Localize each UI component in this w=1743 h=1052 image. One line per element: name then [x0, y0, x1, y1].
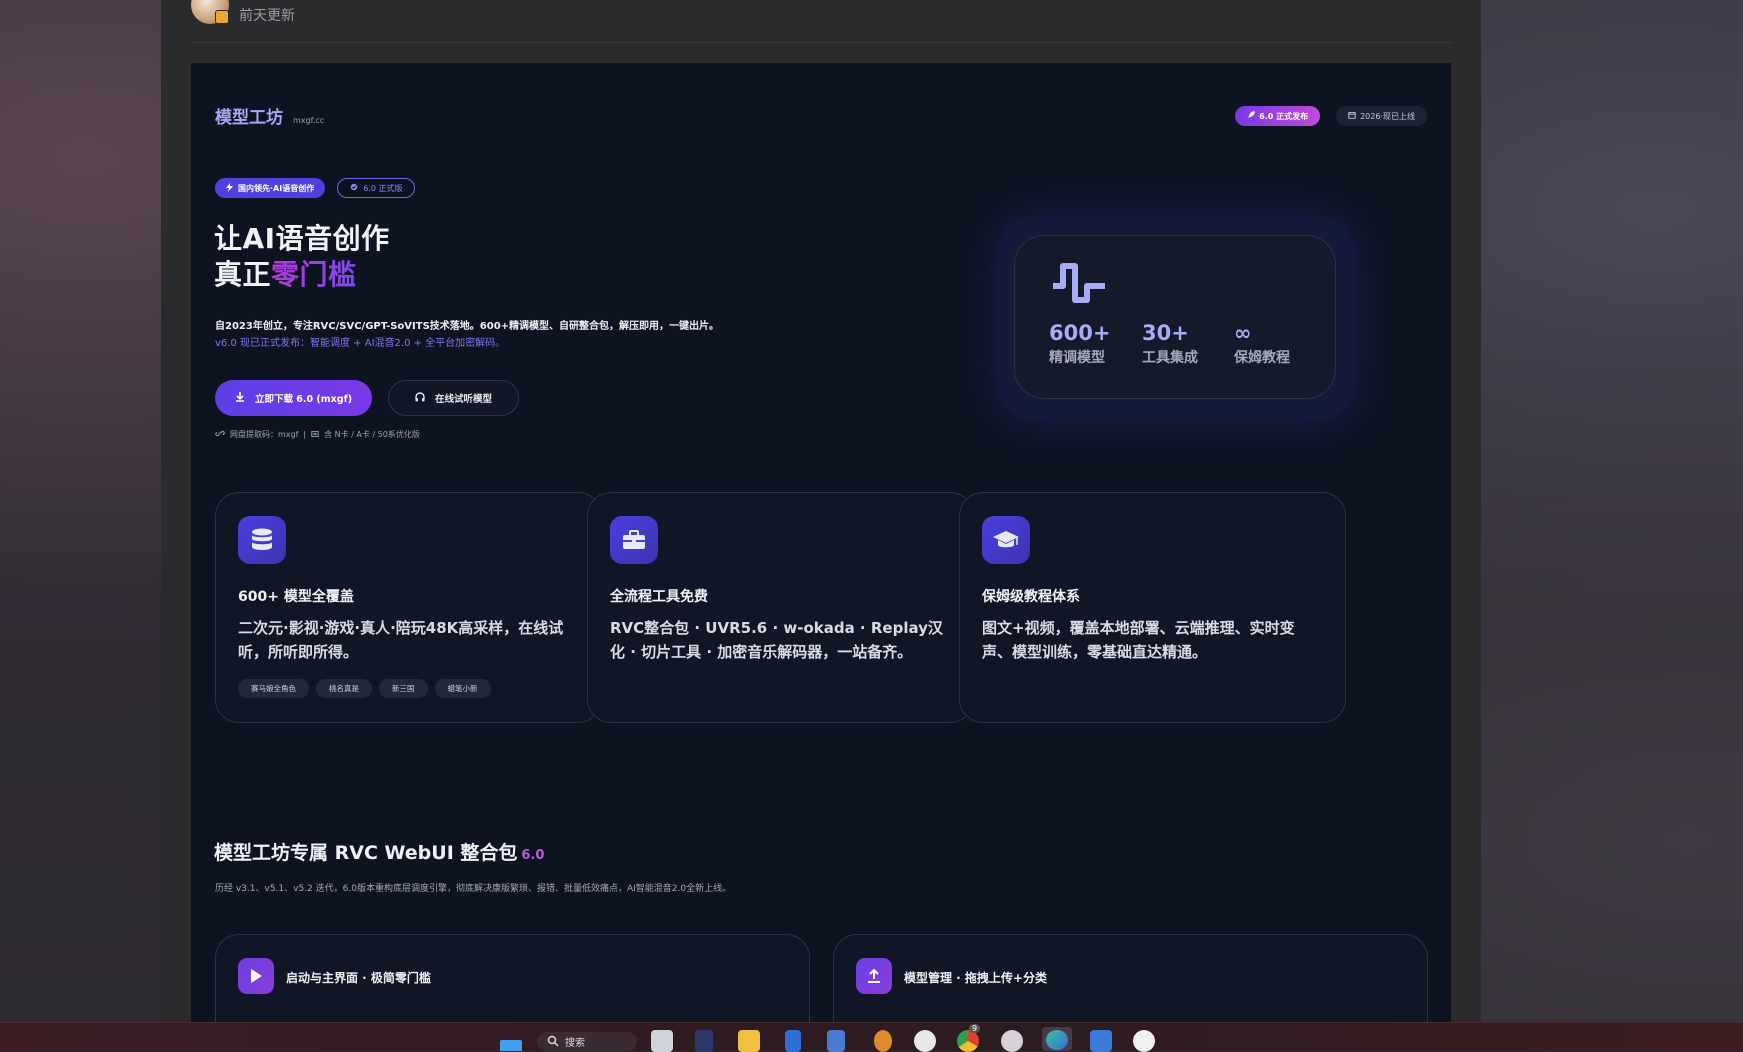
hero-title-line1: 让AI语音创作 — [214, 222, 390, 255]
cat-app-icon[interactable] — [695, 1030, 713, 1052]
clock-icon[interactable] — [914, 1030, 936, 1052]
rocket-icon — [1247, 111, 1255, 121]
upload-icon — [856, 958, 892, 994]
stat-label: 保姆教程 — [1234, 350, 1290, 366]
link-icon — [215, 429, 225, 440]
meta-separator: | — [303, 430, 307, 439]
tag[interactable]: 新三国 — [379, 679, 428, 698]
lead-pill: 国内领先·AI语音创作 — [215, 178, 326, 198]
version-pill: 6.0 正式版 — [337, 178, 416, 198]
top-badges: 6.0 正式发布 2026·现已上线 — [1235, 106, 1427, 126]
tag[interactable]: 蜡笔小新 — [434, 679, 491, 698]
tag-row: 赛马娘全角色 桃名真是 新三国 蜡笔小新 — [238, 679, 491, 698]
search-app-icon[interactable] — [874, 1030, 892, 1052]
hero-title-prefix: 真正 — [214, 258, 272, 291]
check-circle-icon — [350, 183, 358, 193]
section-title: 模型工坊专属 RVC WebUI 整合包 6.0 — [214, 838, 544, 865]
database-icon — [238, 516, 286, 564]
toolbox-icon — [610, 516, 658, 564]
hero-pills: 国内领先·AI语音创作 6.0 正式版 — [215, 178, 416, 198]
release-badge-label: 6.0 正式发布 — [1259, 111, 1309, 121]
stat-tutorials: ∞ 保姆教程 — [1234, 321, 1290, 367]
extract-code: 网盘提取码：mxgf — [230, 430, 299, 439]
lead-pill-label: 国内领先·AI语音创作 — [238, 183, 315, 193]
feature-card-tools[interactable]: 全流程工具免费 RVC整合包 · UVR5.6 · w-okada · Repl… — [587, 492, 974, 723]
post-updated-time: 前天更新 — [239, 8, 295, 24]
stat-value: ∞ — [1234, 321, 1252, 345]
stat-value: 600+ — [1049, 321, 1111, 345]
feature-title: 保姆级教程体系 — [982, 589, 1080, 605]
header-divider — [191, 42, 1452, 43]
tag[interactable]: 赛马娘全角色 — [238, 679, 309, 698]
section-version: 6.0 — [521, 848, 545, 863]
panda-icon[interactable] — [1133, 1030, 1155, 1052]
feature-title: 600+ 模型全覆盖 — [238, 589, 354, 605]
taskbar: 搜索 9 — [0, 1022, 1743, 1052]
chrome-icon[interactable]: 9 — [957, 1024, 981, 1052]
stats-card: 600+ 精调模型 30+ 工具集成 ∞ 保姆教程 — [1014, 235, 1336, 399]
date-badge: 2026·现已上线 — [1336, 106, 1427, 126]
taskbar-search[interactable]: 搜索 — [537, 1032, 637, 1051]
bottom-card-models[interactable]: 模型管理 · 拖拽上传+分类 — [833, 934, 1428, 1022]
hero-description: 自2023年创立，专注RVC/SVC/GPT-SoVITS技术落地。600+精调… — [215, 321, 720, 332]
calendar-icon — [1348, 111, 1356, 121]
gpu-support: 含 N卡 / A卡 / 50系优化版 — [324, 430, 420, 439]
stat-models: 600+ 精调模型 — [1049, 321, 1110, 367]
graduation-cap-icon — [982, 516, 1030, 564]
date-badge-label: 2026·现已上线 — [1360, 111, 1415, 121]
bolt-icon — [226, 182, 233, 194]
meta-line: 网盘提取码：mxgf | 含 N卡 / A卡 / 50系优化版 — [215, 429, 420, 440]
stat-label: 工具集成 — [1142, 350, 1198, 366]
headphones-icon — [415, 391, 425, 405]
section-description: 历经 v3.1、v5.1、v5.2 迭代，6.0版本重构底层调度引擎，彻底解决康… — [215, 884, 732, 894]
vip-badge-icon — [215, 10, 229, 24]
listen-button[interactable]: 在线试听模型 — [388, 380, 519, 416]
brand[interactable]: 模型工坊 mxgf.cc — [215, 103, 324, 128]
gpu-icon — [311, 430, 319, 440]
folder-icon[interactable] — [738, 1030, 760, 1052]
bottom-card-startup[interactable]: 启动与主界面 · 极简零门槛 — [215, 934, 810, 1022]
edge-icon — [1046, 1030, 1068, 1050]
play-icon — [238, 958, 274, 994]
embedded-page: 模型工坊 mxgf.cc 6.0 正式发布 2026·现已上线 国内领先·AI语… — [191, 63, 1451, 1022]
layers-icon[interactable] — [1090, 1030, 1112, 1052]
waveform-icon — [1051, 262, 1107, 308]
release-badge[interactable]: 6.0 正式发布 — [1235, 106, 1321, 126]
edge-icon-active[interactable] — [1042, 1027, 1072, 1051]
version-pill-label: 6.0 正式版 — [363, 183, 403, 193]
search-label: 搜索 — [565, 1038, 585, 1049]
download-icon — [235, 391, 245, 405]
app-icon[interactable] — [785, 1030, 801, 1052]
feature-title: 全流程工具免费 — [610, 589, 708, 605]
notepad-icon[interactable] — [827, 1030, 845, 1052]
listen-button-label: 在线试听模型 — [434, 394, 492, 405]
stat-value: 30+ — [1142, 321, 1189, 345]
tag[interactable]: 桃名真是 — [316, 679, 372, 698]
stat-label: 精调模型 — [1049, 350, 1105, 366]
task-view-icon[interactable] — [651, 1030, 673, 1052]
profile-icon[interactable] — [1001, 1030, 1023, 1052]
section-title-text: 模型工坊专属 RVC WebUI 整合包 — [214, 842, 518, 864]
bottom-card-title: 启动与主界面 · 极简零门槛 — [286, 971, 431, 985]
download-button[interactable]: 立即下载 6.0 (mxgf) — [215, 380, 372, 416]
download-button-label: 立即下载 6.0 (mxgf) — [254, 394, 353, 405]
hero-title: 让AI语音创作 真正零门槛 — [214, 221, 390, 293]
feature-description: RVC整合包 · UVR5.6 · w-okada · Replay汉化 · 切… — [610, 619, 943, 661]
start-icon[interactable] — [500, 1040, 522, 1051]
search-icon — [547, 1035, 559, 1050]
brand-domain: mxgf.cc — [293, 116, 325, 125]
feature-description: 二次元·影视·游戏·真人·陪玩48K高采样，在线试听，所听即所得。 — [238, 619, 564, 661]
feature-card-models[interactable]: 600+ 模型全覆盖 二次元·影视·游戏·真人·陪玩48K高采样，在线试听，所听… — [215, 492, 602, 723]
brand-name: 模型工坊 — [215, 108, 283, 128]
bottom-card-title: 模型管理 · 拖拽上传+分类 — [904, 971, 1047, 985]
feature-description: 图文+视频，覆盖本地部署、云端推理、实时变声、模型训练，零基础直达精通。 — [982, 619, 1295, 661]
notification-count: 9 — [969, 1024, 981, 1033]
feature-card-tutorials[interactable]: 保姆级教程体系 图文+视频，覆盖本地部署、云端推理、实时变声、模型训练，零基础直… — [959, 492, 1346, 723]
hero-title-accent: 零门槛 — [271, 258, 357, 291]
stat-tools: 30+ 工具集成 — [1142, 321, 1198, 367]
hero-news: v6.0 现已正式发布：智能调度 + AI混音2.0 + 全平台加密解码。 — [215, 338, 506, 349]
